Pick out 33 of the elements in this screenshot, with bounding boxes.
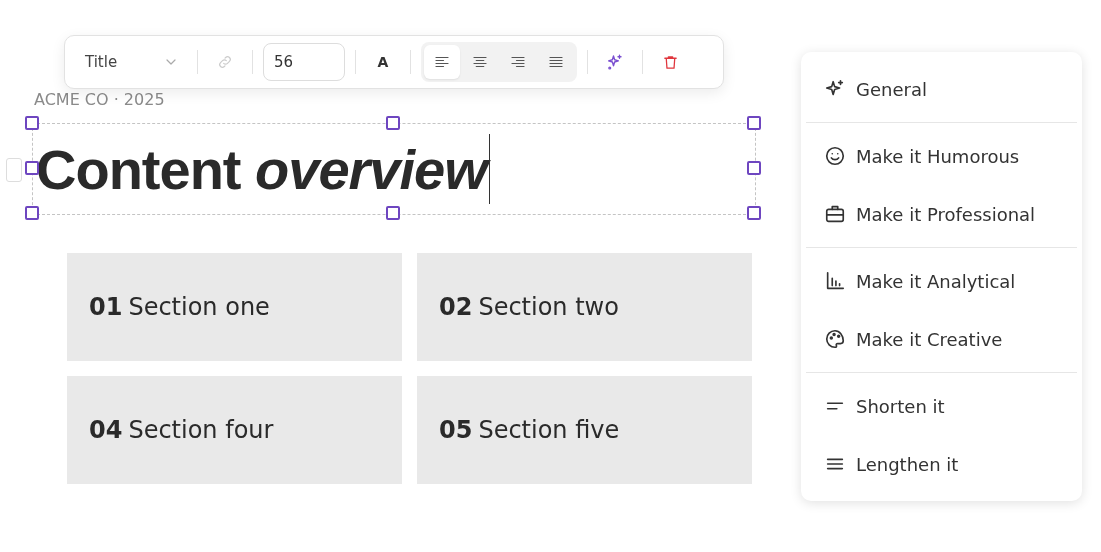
palette-icon bbox=[824, 328, 846, 350]
smiley-icon bbox=[824, 145, 846, 167]
menu-item[interactable]: Shorten it bbox=[806, 377, 1077, 435]
link-icon bbox=[217, 54, 233, 70]
resize-handle[interactable] bbox=[747, 161, 761, 175]
resize-handle[interactable] bbox=[386, 116, 400, 130]
briefcase-icon bbox=[824, 203, 846, 225]
trash-icon bbox=[661, 53, 679, 71]
menu-item[interactable]: Make it Analytical bbox=[806, 252, 1077, 310]
menu-item[interactable]: Lengthen it bbox=[806, 435, 1077, 493]
resize-handle[interactable] bbox=[25, 116, 39, 130]
sparkle-icon bbox=[606, 53, 624, 71]
section-label: 04 Section four bbox=[89, 416, 274, 444]
section-label: 05 Section five bbox=[439, 416, 620, 444]
section-label: 01 Section one bbox=[89, 293, 270, 321]
menu-item[interactable]: Make it Professional bbox=[806, 185, 1077, 243]
section-label: 02 Section two bbox=[439, 293, 619, 321]
font-size-field[interactable]: 56 bbox=[263, 43, 345, 81]
kicker-text: ACME CO · 2025 bbox=[34, 91, 165, 109]
drag-handle[interactable] bbox=[6, 158, 22, 182]
menu-item[interactable]: Make it Humorous bbox=[806, 127, 1077, 185]
resize-handle[interactable] bbox=[747, 116, 761, 130]
resize-handle[interactable] bbox=[386, 206, 400, 220]
resize-handle[interactable] bbox=[747, 206, 761, 220]
text-color-button[interactable]: A bbox=[366, 45, 400, 79]
menu-item[interactable]: Make it Creative bbox=[806, 310, 1077, 368]
resize-handle[interactable] bbox=[25, 161, 39, 175]
menu-item[interactable]: General bbox=[806, 60, 1077, 118]
bar-chart-icon bbox=[824, 270, 846, 292]
resize-handle[interactable] bbox=[25, 206, 39, 220]
align-left-button[interactable] bbox=[424, 45, 460, 79]
style-dropdown[interactable]: Title bbox=[77, 53, 187, 71]
text-cursor bbox=[488, 134, 490, 204]
